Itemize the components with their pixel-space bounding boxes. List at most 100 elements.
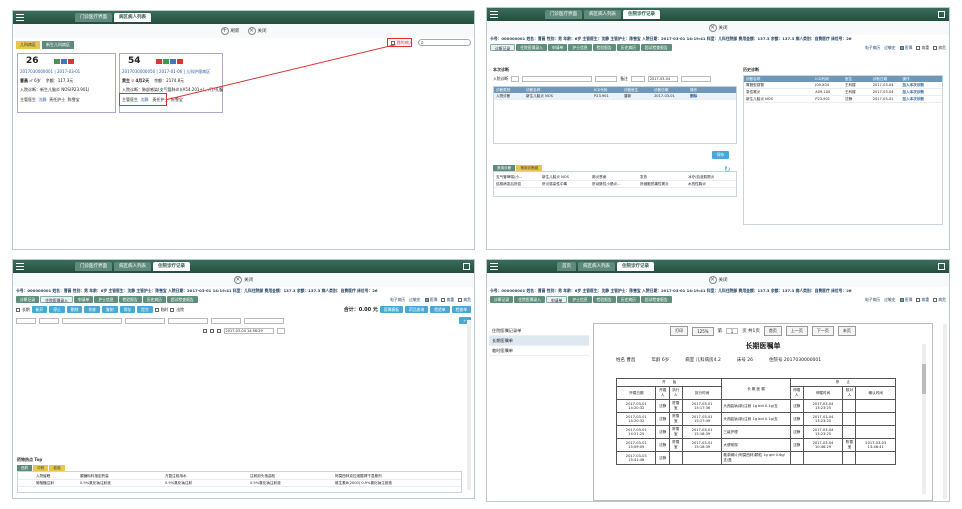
tab-ward-list[interactable]: 病区病人列表: [578, 262, 615, 271]
tab-chinese[interactable]: 中药: [33, 465, 49, 471]
tab-inpatient-record[interactable]: 住院诊疗记录: [153, 262, 190, 271]
table-row[interactable]: 胃肠型感冒 J00.X04 王科楼 2017-03-04 加入本次诊断: [744, 82, 942, 89]
add-diagnosis-link[interactable]: 加入本次诊断: [900, 82, 942, 88]
order-check[interactable]: 医嘱: [899, 45, 912, 51]
tab-exam[interactable]: 超试检查报告: [640, 296, 672, 303]
table-row[interactable]: 2017-03-01 14:21:25 沈静 陈雪宝 2017-03-01 15:18…: [615, 425, 896, 439]
stop-order-button[interactable]: 停止: [49, 306, 65, 313]
ward-neonatal[interactable]: 新生儿科病区: [42, 41, 74, 49]
diag-type-select[interactable]: [511, 76, 520, 82]
list-item[interactable]: 支气管哮喘(小... 新生儿脑炎 NOS 肺炎恶病 发热 冰疗/血液肌筋炎: [494, 174, 736, 181]
tab-lab[interactable]: 检验报告: [592, 296, 616, 303]
order-type-select[interactable]: [16, 317, 36, 324]
table-row[interactable]: 入院诊断 新生儿脑炎 NOS P23.901 唐新 2017-03-01 删除: [494, 93, 736, 100]
allergy-link[interactable]: 过敏史: [884, 297, 895, 303]
order-datetime-input[interactable]: 2017-03-04 14:56:29: [223, 328, 274, 334]
table-row[interactable]: 新生儿脑炎 NOS P23.901 沈静 2017-03-01 加入本次诊断: [744, 96, 942, 103]
tab-ward-list[interactable]: 病区病人列表: [114, 262, 151, 271]
temporary-check[interactable]: [154, 307, 159, 312]
table-row[interactable]: 2017-03-01 14:20:32 沈静 陈雪宝 2017-03-01 15:17…: [615, 399, 896, 413]
frequency-select[interactable]: [39, 317, 59, 324]
diag-name-input[interactable]: [522, 76, 593, 82]
refresh-button[interactable]: + 刷新: [220, 27, 240, 35]
next-page-button[interactable]: 下一页: [811, 326, 834, 336]
tab-orders[interactable]: 住院医嘱录入: [516, 44, 547, 51]
list-item[interactable]: 入院催眠 腺糖料科指定药量 万复注射用水 注射用头孢曲松 阿莫西林克拉维酸钾干混悬剂: [18, 473, 461, 480]
tab-ward-list[interactable]: 病区病人列表: [114, 13, 151, 22]
tab-common-diagnosis[interactable]: 常用诊断: [493, 165, 516, 171]
critical-check[interactable]: 病危: [933, 45, 946, 51]
order-template-button[interactable]: 医嘱模板: [379, 306, 404, 313]
search-input[interactable]: ⌕: [418, 39, 471, 46]
tab-orders[interactable]: 住院医嘱录入: [40, 296, 73, 303]
check-b[interactable]: [209, 329, 214, 333]
long-term-check[interactable]: [16, 307, 20, 312]
page-scrollbar[interactable]: [943, 324, 947, 499]
tab-requests[interactable]: 申请单: [547, 44, 568, 51]
exam-form-button[interactable]: 检查单: [451, 306, 471, 313]
bed-card-26[interactable]: 26 2017030000001 | 2017-03-01 曹昌 ♂ 6岁 余额…: [17, 53, 116, 113]
discharge-check[interactable]: [170, 307, 175, 312]
tab-exam[interactable]: 超试检查报告: [640, 44, 672, 51]
add-diagnosis-link[interactable]: 加入本次诊断: [900, 89, 942, 95]
refresh-icon[interactable]: ↻: [724, 165, 731, 174]
tab-lab[interactable]: 检验报告: [118, 296, 142, 303]
tab-outpatient[interactable]: 门诊医疗界面: [545, 10, 582, 19]
ward-pediatric[interactable]: 儿科病区: [16, 41, 40, 49]
menu-icon[interactable]: [16, 263, 24, 270]
list-item[interactable]: 结核病变后肝癌 肝炎感染性中毒 肝动脉性小肠炎... 肝细胞贫痛性胃炎 水的性胸炎: [494, 181, 736, 188]
diag-code-input[interactable]: [595, 76, 618, 82]
tab-requests[interactable]: 申请单: [545, 296, 568, 303]
usage-input[interactable]: [168, 317, 208, 324]
submit-order-button[interactable]: 提交: [137, 306, 153, 313]
close-button[interactable]: × 关闭: [234, 276, 253, 284]
emr-link[interactable]: 电子病历: [390, 297, 405, 303]
tab-lab[interactable]: 检验: [49, 465, 65, 471]
tab-history[interactable]: 历史病历: [142, 296, 166, 303]
tab-inpatient-record[interactable]: 住院诊疗记录: [617, 262, 654, 271]
dosage-input[interactable]: [125, 317, 165, 324]
lab-form-button[interactable]: 检验单: [430, 306, 450, 313]
tab-history[interactable]: 历史病历: [616, 44, 640, 51]
order-check[interactable]: 医嘱: [424, 297, 437, 303]
tab-nurse-info[interactable]: 护士信息: [568, 44, 592, 51]
tab-outpatient[interactable]: 门诊医疗界面: [75, 13, 112, 22]
remark-input[interactable]: [244, 317, 284, 324]
table-row[interactable]: 急性喉炎 A09.100 王科楼 2017-03-04 加入本次诊断: [744, 89, 942, 96]
save-button[interactable]: 保存: [712, 151, 729, 159]
tab-home[interactable]: 首页: [557, 262, 576, 271]
tab-inpatient-record[interactable]: 住院诊疗记录: [623, 10, 660, 19]
severe-check[interactable]: 病重: [916, 45, 929, 51]
zoom-select[interactable]: 125%: [692, 326, 714, 336]
table-row[interactable]: 2017-03-03 15:41:48 沈静 氨茶碱片(阿莫西林)颗粒 1g qid…: [615, 451, 896, 465]
calendar-button[interactable]: [276, 328, 285, 334]
table-row[interactable]: 2017-03-01 14:20:32 沈静 陈雪宝 2017-03-01 15:17…: [615, 412, 896, 426]
tab-orders[interactable]: 住院医嘱录入: [514, 296, 545, 303]
grid-icon[interactable]: [938, 11, 945, 18]
tab-common-diagnosis-group[interactable]: 常用诊断组: [516, 165, 543, 171]
tab-diagnosis[interactable]: 诊断记录: [490, 44, 516, 51]
tab-requests[interactable]: 申请单: [73, 296, 94, 303]
menu-icon[interactable]: [490, 11, 498, 18]
nav-temporary-sheet[interactable]: 临时医嘱单: [489, 346, 589, 356]
tab-diagnosis[interactable]: 诊断记录: [16, 296, 40, 303]
close-button[interactable]: × 关闭: [247, 27, 267, 35]
severe-check[interactable]: 病重: [441, 297, 454, 303]
critical-check[interactable]: 病危: [458, 297, 471, 303]
emr-link[interactable]: 电子病历: [865, 297, 880, 303]
last-page-button[interactable]: 末页: [837, 326, 856, 336]
delete-link[interactable]: 删除: [688, 93, 718, 99]
tab-nurse-info[interactable]: 护士信息: [568, 296, 592, 303]
add-diagnosis-link[interactable]: 加入本次诊断: [900, 96, 942, 102]
save-order-button[interactable]: 保存: [119, 306, 136, 313]
close-button[interactable]: × 关闭: [708, 24, 728, 32]
nav-long-term-sheet[interactable]: 长期医嘱单: [489, 336, 589, 346]
drug-query-button[interactable]: 药品查询: [405, 306, 429, 313]
table-row[interactable]: 2017-03-01 15:09:09 沈静 陈雪宝 2017-03-01 15:18…: [615, 438, 896, 452]
first-page-button[interactable]: 首页: [763, 326, 782, 336]
tab-outpatient[interactable]: 门诊医疗界面: [75, 262, 112, 271]
check-c[interactable]: [216, 329, 221, 333]
nav-order-record[interactable]: 住院医嘱记录单: [489, 326, 589, 336]
tab-ward-list[interactable]: 病区病人列表: [584, 10, 621, 19]
grid-icon[interactable]: [463, 263, 470, 270]
